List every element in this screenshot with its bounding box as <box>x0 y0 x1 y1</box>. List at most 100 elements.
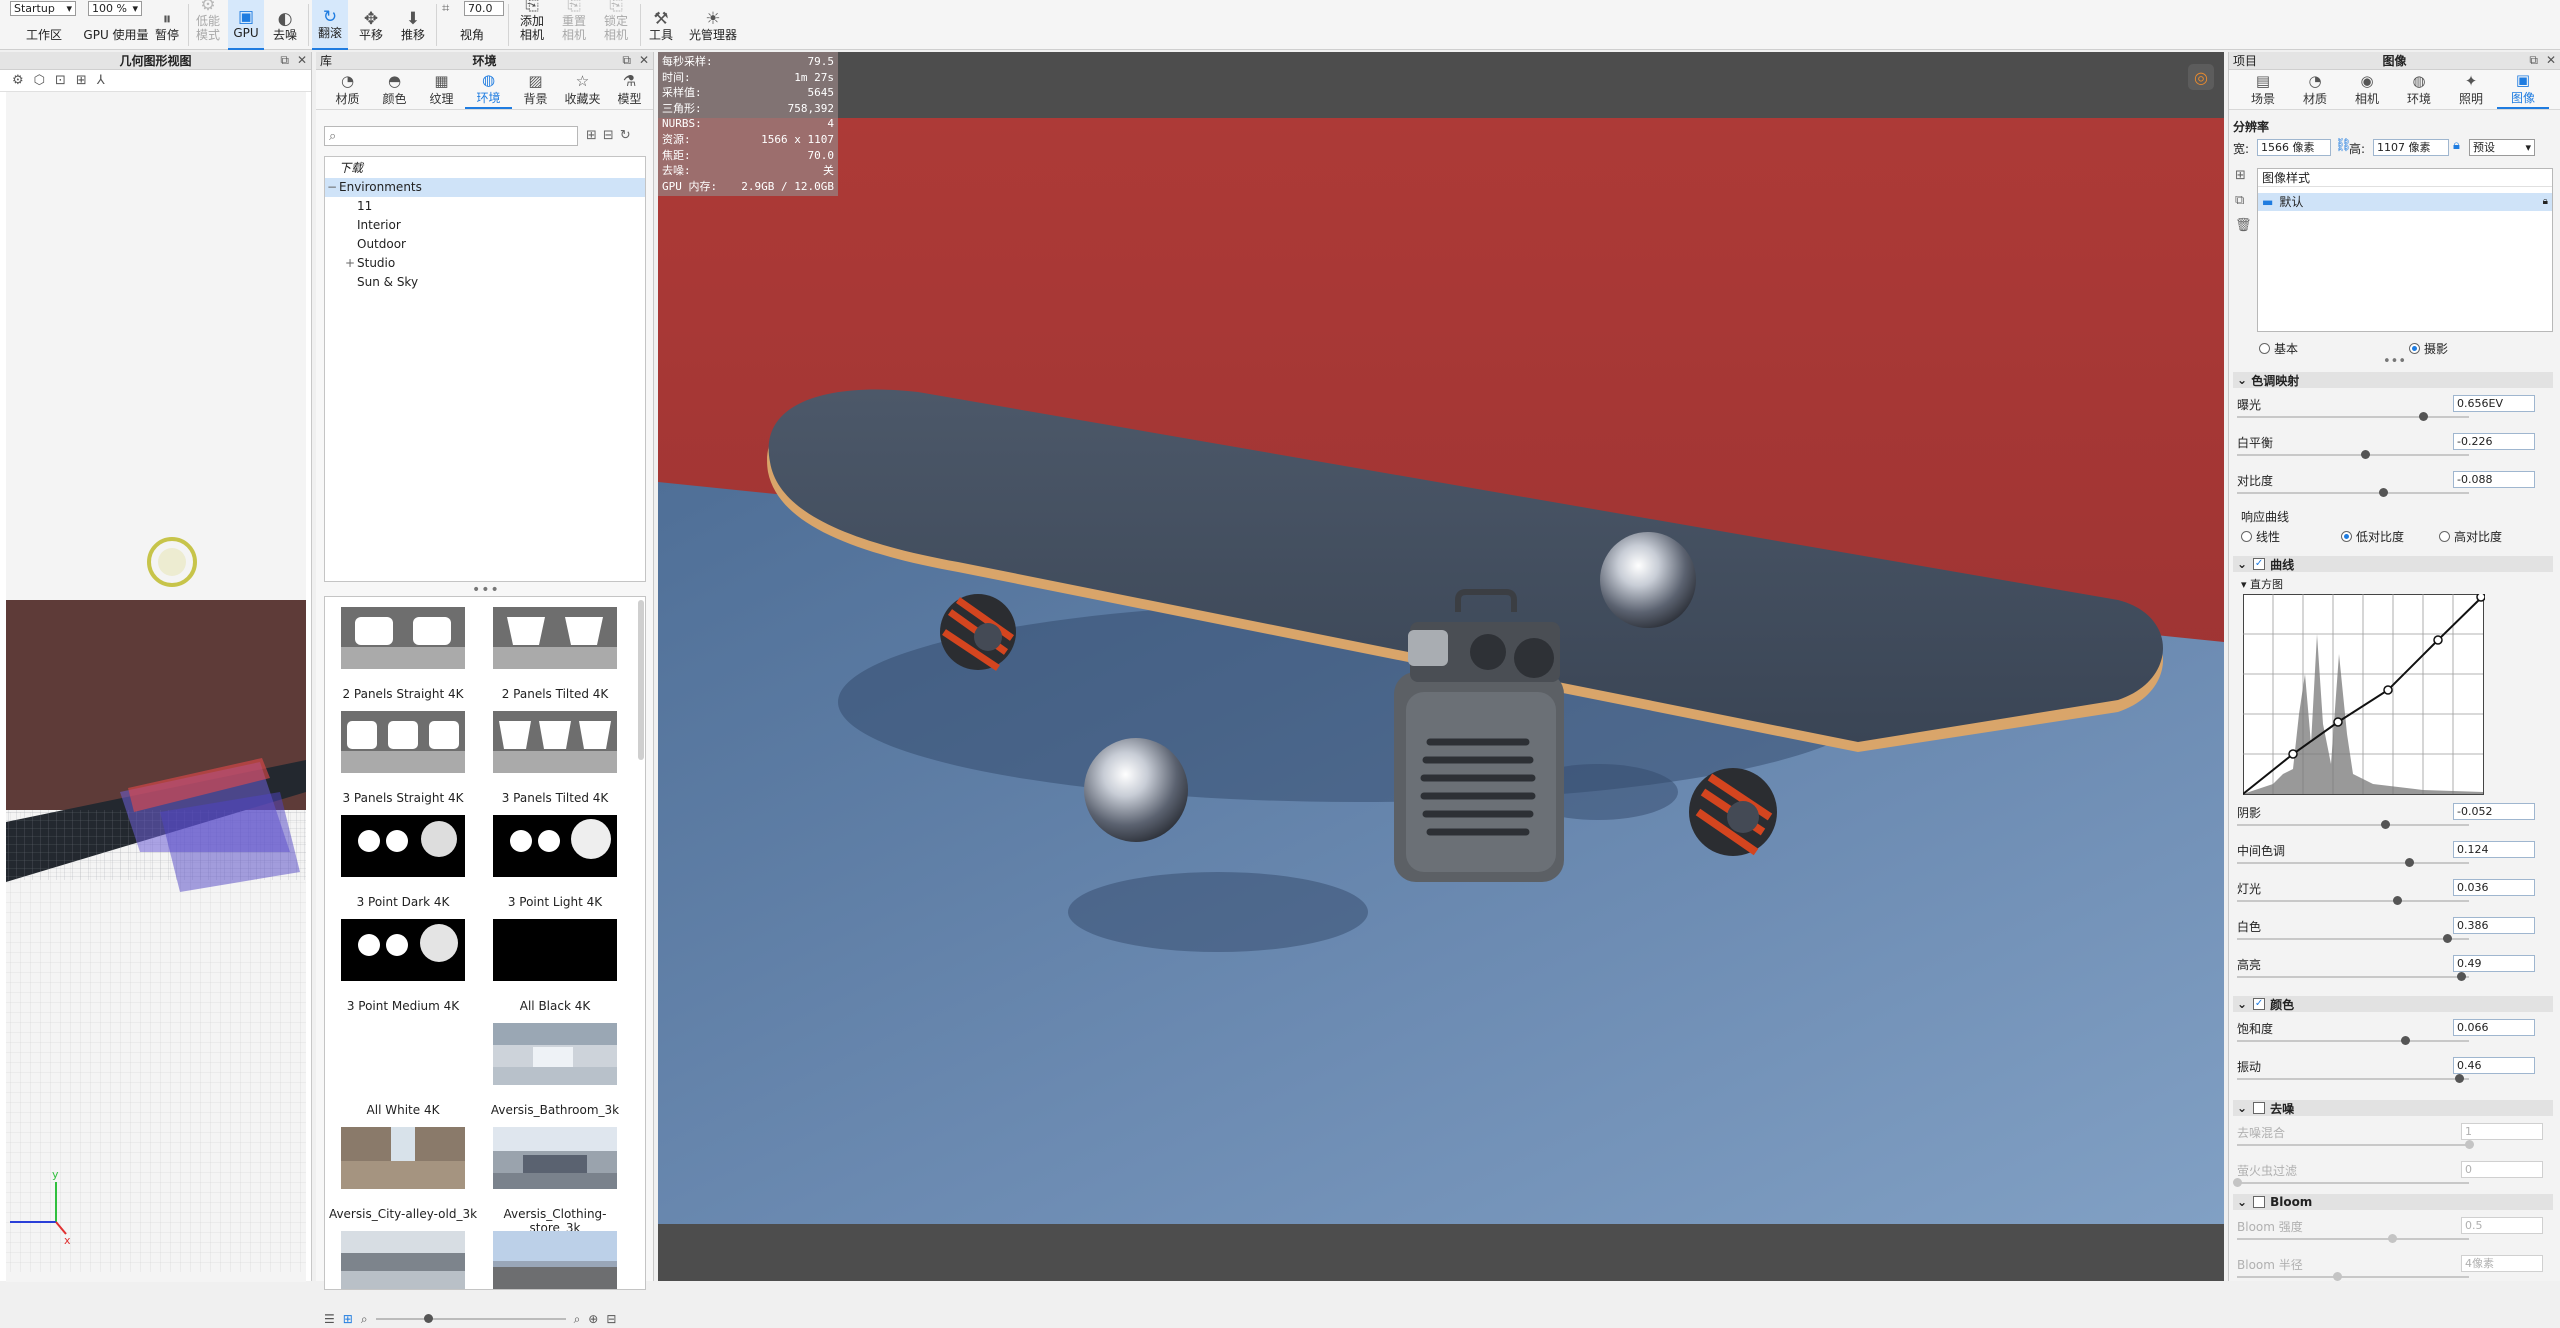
brights-field[interactable]: 0.49 <box>2453 955 2535 972</box>
environment-thumbnail[interactable]: All White 4K <box>327 1023 479 1123</box>
vibrance-slider[interactable] <box>2237 1074 2469 1083</box>
zoom-in-icon[interactable]: ⌕ <box>574 1312 581 1327</box>
denoise-button[interactable]: ◐ 去噪 <box>266 0 304 50</box>
grid-view-icon[interactable]: ⊞ <box>343 1312 353 1326</box>
tab-camera[interactable]: ◉ 相机 <box>2341 70 2393 109</box>
cube-icon[interactable]: ⬡ <box>34 73 45 88</box>
highlights-field[interactable]: 0.036 <box>2453 879 2535 896</box>
bloom-radius-field[interactable]: 4像素 <box>2461 1255 2543 1272</box>
checkbox-icon[interactable] <box>2253 1102 2266 1114</box>
tree-item[interactable]: + Studio <box>325 254 645 273</box>
pause-button[interactable]: ⏸ 暂停 <box>150 0 184 50</box>
environment-thumbnail[interactable]: All Black 4K <box>479 919 631 1019</box>
denoise-blend-slider[interactable] <box>2237 1140 2474 1149</box>
light-manager-button[interactable]: ☀ 光管理器 <box>682 0 744 50</box>
view-icon[interactable]: ⊞ <box>76 73 87 88</box>
tab-environment[interactable]: ◍ 环境 <box>2393 70 2445 109</box>
histogram-toggle[interactable]: ▾ 直方图 <box>2241 576 2283 592</box>
curve-linear-radio[interactable]: 线性 <box>2241 528 2280 545</box>
environment-thumbnail[interactable]: 2 Panels Tilted 4K <box>479 607 631 707</box>
refresh-icon[interactable]: ↻ <box>620 128 631 143</box>
render-viewport[interactable]: 每秒采样: 79.5 时间: 1m 27s 采样值: 5645 三角形: 758,392 NUR… <box>658 52 2224 1281</box>
tree-item[interactable]: 11 <box>325 197 645 216</box>
float-icon[interactable]: ⧉ <box>2529 53 2538 68</box>
tab-environment[interactable]: ◍ 环境 <box>465 70 512 109</box>
slider-knob[interactable] <box>2333 1272 2342 1281</box>
bloom-intensity-slider[interactable] <box>2237 1234 2469 1243</box>
duplicate-style-icon[interactable]: ⧉ <box>2235 193 2252 208</box>
contrast-field[interactable]: -0.088 <box>2453 471 2535 488</box>
environment-thumbnail[interactable]: 3 Point Medium 4K <box>327 919 479 1019</box>
tab-background[interactable]: ▨ 背景 <box>512 70 559 109</box>
denoise-section[interactable]: ⌄ 去噪 <box>2233 1100 2553 1116</box>
thumbnail-size-slider[interactable] <box>375 1314 566 1323</box>
slider-knob[interactable] <box>2465 1140 2474 1149</box>
list-view-icon[interactable]: ☰ <box>324 1312 335 1326</box>
folder-add-icon[interactable]: ⊟ <box>603 128 614 143</box>
tab-lighting[interactable]: ✦ 照明 <box>2445 70 2497 109</box>
environment-thumbnail[interactable]: 3 Point Dark 4K <box>327 815 479 915</box>
folder-open-icon[interactable]: ⊞ <box>586 128 597 143</box>
gpu-button[interactable]: ▣ GPU <box>228 0 264 50</box>
close-icon[interactable]: ✕ <box>297 53 307 68</box>
whites-field[interactable]: 0.386 <box>2453 917 2535 934</box>
vibrance-field[interactable]: 0.46 <box>2453 1057 2535 1074</box>
firefly-filter-slider[interactable] <box>2233 1178 2469 1187</box>
color-section[interactable]: ⌄ ✓ 颜色 <box>2233 996 2553 1012</box>
zoom-out-icon[interactable]: ⌕ <box>361 1312 368 1327</box>
tree-item[interactable]: 下载 <box>325 159 645 178</box>
tree-item[interactable]: Interior <box>325 216 645 235</box>
float-icon[interactable]: ⧉ <box>280 53 289 68</box>
checkbox-checked-icon[interactable]: ✓ <box>2253 558 2266 570</box>
tab-favorites[interactable]: ☆ 收藏夹 <box>559 70 606 109</box>
exposure-slider[interactable] <box>2237 412 2469 421</box>
tree-item[interactable]: Outdoor <box>325 235 645 254</box>
frame-icon[interactable]: ⊡ <box>55 73 66 88</box>
mode-photo-radio[interactable]: 摄影 <box>2409 340 2448 357</box>
folder-icon[interactable]: ⊟ <box>606 1312 616 1326</box>
width-field[interactable]: 1566 像素 <box>2257 139 2331 156</box>
settings-icon[interactable]: ⚙ <box>12 73 24 88</box>
dolly-button[interactable]: ⬇ 推移 <box>394 0 432 50</box>
environment-thumbnail[interactable]: 3 Panels Straight 4K <box>327 711 479 811</box>
slider-knob[interactable] <box>2379 488 2388 497</box>
add-camera-button[interactable]: ⎘ 添加 相机 <box>512 0 552 50</box>
curve-low-contrast-radio[interactable]: 低对比度 <box>2341 528 2404 545</box>
slider-knob[interactable] <box>2419 412 2428 421</box>
tree-item[interactable]: − Environments <box>325 178 645 197</box>
slider-knob[interactable] <box>2457 972 2466 981</box>
render-settings-icon[interactable]: ◎ <box>2188 64 2214 90</box>
slider-knob[interactable] <box>2405 858 2414 867</box>
bloom-section[interactable]: ⌄ Bloom <box>2233 1194 2553 1210</box>
low-power-mode-button[interactable]: ⚙ 低能 模式 <box>190 0 226 50</box>
shadows-field[interactable]: -0.052 <box>2453 803 2535 820</box>
environment-thumbnail[interactable] <box>479 1231 631 1289</box>
white-balance-slider[interactable] <box>2237 450 2469 459</box>
whites-slider[interactable] <box>2237 934 2469 943</box>
tone-mapping-section[interactable]: ⌄ 色调映射 <box>2233 372 2553 388</box>
denoise-blend-field[interactable]: 1 <box>2461 1123 2543 1140</box>
scene-tree-icon[interactable]: ⅄ <box>97 73 105 88</box>
environment-thumbnail[interactable]: Aversis_Clothing-store_3k <box>479 1127 631 1235</box>
splitter-handle-icon[interactable]: ••• <box>2383 354 2406 369</box>
collapse-icon[interactable]: − <box>327 178 337 197</box>
checkbox-icon[interactable] <box>2253 1196 2266 1208</box>
tab-model[interactable]: ⚗ 模型 <box>606 70 653 109</box>
shadows-slider[interactable] <box>2237 820 2469 829</box>
environment-thumbnail[interactable]: 2 Panels Straight 4K <box>327 607 479 707</box>
saturation-slider[interactable] <box>2237 1036 2469 1045</box>
slider-knob[interactable] <box>2393 896 2402 905</box>
slider-knob[interactable] <box>2381 820 2390 829</box>
midtones-slider[interactable] <box>2237 858 2469 867</box>
highlights-slider[interactable] <box>2237 896 2469 905</box>
firefly-filter-field[interactable]: 0 <box>2461 1161 2543 1178</box>
tab-image[interactable]: ▣ 图像 <box>2497 70 2549 109</box>
slider-knob[interactable] <box>2233 1178 2242 1187</box>
bloom-radius-slider[interactable] <box>2237 1272 2469 1281</box>
bloom-intensity-field[interactable]: 0.5 <box>2461 1217 2543 1234</box>
globe-icon[interactable]: ⊕ <box>588 1312 598 1326</box>
saturation-field[interactable]: 0.066 <box>2453 1019 2535 1036</box>
tab-material[interactable]: ◔ 材质 <box>2289 70 2341 109</box>
float-icon[interactable]: ⧉ <box>622 53 631 68</box>
reset-camera-button[interactable]: ⎘ 重置 相机 <box>554 0 594 50</box>
